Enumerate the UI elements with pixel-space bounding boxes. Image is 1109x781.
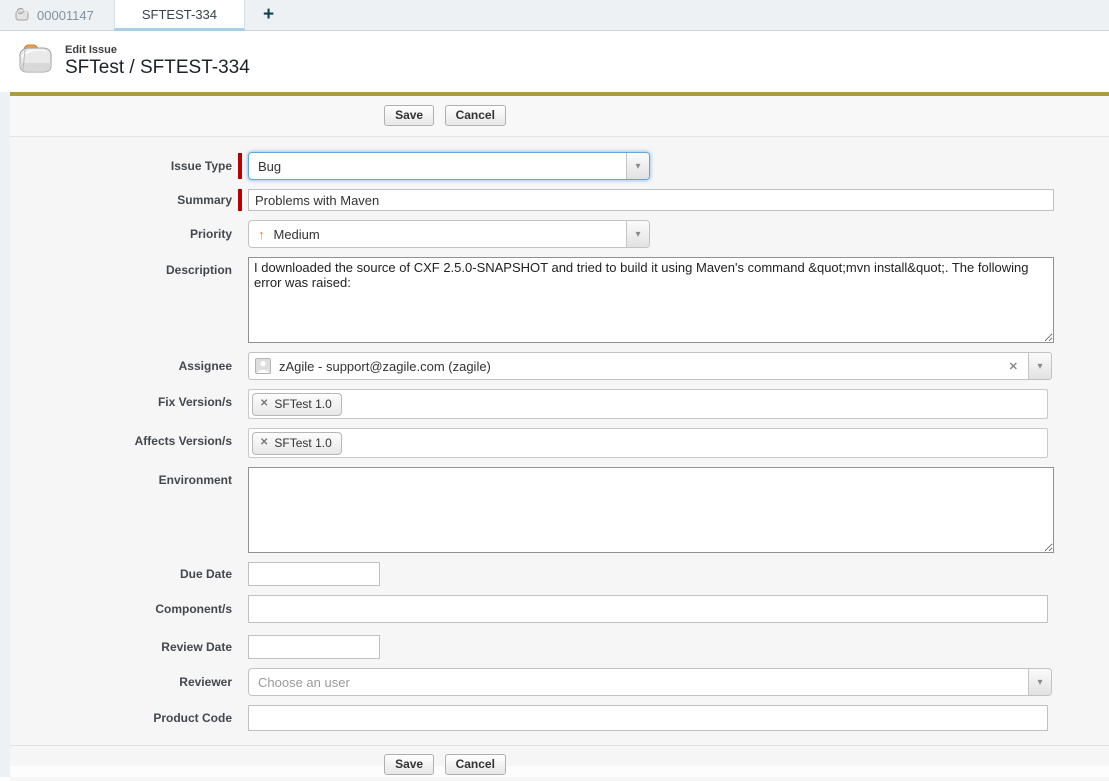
chevron-down-icon[interactable]: ▾ (1028, 353, 1051, 379)
assignee-label: Assignee (10, 359, 232, 373)
save-button-top[interactable]: Save (384, 105, 434, 126)
description-textarea[interactable]: I downloaded the source of CXF 2.5.0-SNA… (248, 257, 1054, 343)
due-date-input[interactable] (248, 562, 380, 586)
save-button-bottom[interactable]: Save (384, 754, 434, 775)
page-header: Edit Issue SFTest / SFTEST-334 (0, 31, 1109, 92)
product-code-input[interactable] (248, 705, 1048, 731)
cancel-button-bottom[interactable]: Cancel (445, 754, 506, 775)
assignee-avatar-icon (255, 358, 271, 374)
remove-tag-icon[interactable]: ✕ (260, 437, 268, 448)
review-date-input[interactable] (248, 635, 380, 659)
environment-label: Environment (10, 467, 232, 487)
description-label: Description (10, 257, 232, 277)
assignee-clear-icon[interactable]: ✕ (1009, 360, 1018, 373)
issue-object-icon (15, 41, 55, 82)
cancel-button-top[interactable]: Cancel (445, 105, 506, 126)
tab-case-00001147[interactable]: 00001147 (0, 0, 114, 30)
chevron-down-icon[interactable]: ▾ (626, 221, 649, 247)
page-bottom-spacer (10, 766, 1109, 777)
environment-textarea[interactable] (248, 467, 1054, 553)
header-action-label: Edit Issue (65, 44, 250, 56)
priority-medium-icon: ↑ (258, 227, 265, 242)
edit-issue-form: Issue Type Bug ▾ Summary Priority (10, 137, 1109, 731)
affects-version-chip-label: SFTest 1.0 (274, 436, 331, 450)
issue-type-label: Issue Type (10, 159, 232, 173)
tab-issue-label: SFTEST-334 (142, 7, 217, 22)
fix-versions-label: Fix Version/s (10, 389, 232, 409)
top-button-bar: Save Cancel (10, 96, 1109, 137)
priority-select[interactable]: ↑ Medium ▾ (248, 220, 650, 248)
field-row-product-code: Product Code (10, 705, 1109, 731)
field-row-reviewer: Reviewer Choose an user ▾ (10, 668, 1109, 696)
fix-version-chip: ✕ SFTest 1.0 (252, 393, 342, 416)
summary-label: Summary (10, 193, 232, 207)
field-row-affects-versions: Affects Version/s ✕ SFTest 1.0 (10, 428, 1109, 458)
reviewer-select[interactable]: Choose an user ▾ (248, 668, 1052, 696)
tab-case-label: 00001147 (37, 8, 94, 23)
edit-issue-panel: Save Cancel Issue Type Bug ▾ Summary (10, 92, 1109, 766)
field-row-issue-type: Issue Type Bug ▾ (10, 152, 1109, 180)
remove-tag-icon[interactable]: ✕ (260, 398, 268, 409)
chevron-down-icon[interactable]: ▾ (1028, 669, 1051, 695)
components-label: Component/s (10, 602, 232, 616)
field-row-review-date: Review Date (10, 635, 1109, 659)
case-record-icon (14, 7, 30, 24)
main-area: Save Cancel Issue Type Bug ▾ Summary (0, 92, 1109, 777)
tab-bar: 00001147 SFTEST-334 + (0, 0, 1109, 31)
page-title: SFTest / SFTEST-334 (65, 57, 250, 79)
field-row-description: Description I downloaded the source of C… (10, 257, 1109, 343)
reviewer-label: Reviewer (10, 675, 232, 689)
issue-type-select[interactable]: Bug ▾ (248, 152, 650, 180)
due-date-label: Due Date (10, 567, 232, 581)
chevron-down-icon[interactable]: ▾ (626, 153, 649, 179)
reviewer-placeholder: Choose an user (249, 669, 1028, 695)
plus-icon: + (263, 4, 274, 26)
priority-value: Medium (274, 227, 320, 242)
review-date-label: Review Date (10, 640, 232, 654)
components-input[interactable] (248, 595, 1048, 623)
required-indicator (238, 189, 242, 211)
new-tab-button[interactable]: + (245, 0, 292, 30)
field-row-summary: Summary (10, 189, 1109, 211)
affects-version-chip: ✕ SFTest 1.0 (252, 432, 342, 455)
product-code-label: Product Code (10, 711, 232, 725)
field-row-priority: Priority ↑ Medium ▾ (10, 220, 1109, 248)
field-row-environment: Environment (10, 467, 1109, 553)
affects-versions-tagbox[interactable]: ✕ SFTest 1.0 (248, 428, 1048, 458)
field-row-assignee: Assignee zAgile - support@zagile.com (za… (10, 352, 1109, 380)
assignee-value: zAgile - support@zagile.com (zagile) (279, 359, 491, 374)
field-row-components: Component/s (10, 595, 1109, 623)
affects-versions-label: Affects Version/s (10, 428, 232, 448)
assignee-combobox[interactable]: zAgile - support@zagile.com (zagile) ✕ ▾ (248, 352, 1052, 380)
tab-issue-sftest-334[interactable]: SFTEST-334 (114, 0, 245, 31)
summary-input[interactable] (248, 189, 1054, 211)
priority-label: Priority (10, 227, 232, 241)
field-row-fix-versions: Fix Version/s ✕ SFTest 1.0 (10, 389, 1109, 419)
field-row-due-date: Due Date (10, 562, 1109, 586)
issue-type-value: Bug (249, 153, 626, 179)
fix-version-chip-label: SFTest 1.0 (274, 397, 331, 411)
required-indicator (238, 153, 242, 179)
fix-versions-tagbox[interactable]: ✕ SFTest 1.0 (248, 389, 1048, 419)
